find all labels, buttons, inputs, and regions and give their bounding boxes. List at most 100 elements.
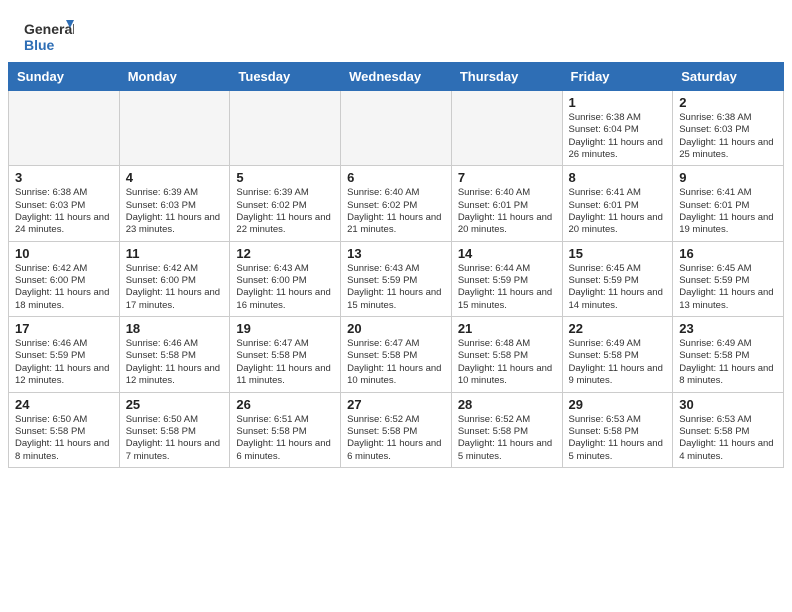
day-info: Sunrise: 6:50 AM Sunset: 5:58 PM Dayligh… xyxy=(15,414,113,463)
day-info: Sunrise: 6:42 AM Sunset: 6:00 PM Dayligh… xyxy=(15,263,113,312)
day-info: Sunrise: 6:40 AM Sunset: 6:01 PM Dayligh… xyxy=(458,187,556,236)
calendar-day-cell: 4 Sunrise: 6:39 AM Sunset: 6:03 PM Daylig… xyxy=(119,166,230,241)
day-info: Sunrise: 6:53 AM Sunset: 5:58 PM Dayligh… xyxy=(679,414,777,463)
calendar-day-cell: 10Sunrise: 6:42 AM Sunset: 6:00 PM Dayli… xyxy=(9,241,120,316)
calendar-week-row: 24Sunrise: 6:50 AM Sunset: 5:58 PM Dayli… xyxy=(9,392,784,467)
day-number: 6 xyxy=(347,170,445,185)
svg-text:General: General xyxy=(24,21,74,37)
day-info: Sunrise: 6:42 AM Sunset: 6:00 PM Dayligh… xyxy=(126,263,224,312)
calendar-day-header: Saturday xyxy=(673,63,784,91)
calendar-day-cell: 8Sunrise: 6:41 AM Sunset: 6:01 PM Daylig… xyxy=(562,166,673,241)
day-info: Sunrise: 6:41 AM Sunset: 6:01 PM Dayligh… xyxy=(679,187,777,236)
calendar-day-header: Friday xyxy=(562,63,673,91)
day-number: 19 xyxy=(236,321,334,336)
day-info: Sunrise: 6:50 AM Sunset: 5:58 PM Dayligh… xyxy=(126,414,224,463)
calendar-body: 1 Sunrise: 6:38 AM Sunset: 6:04 PM Daylig… xyxy=(9,91,784,468)
day-info: Sunrise: 6:51 AM Sunset: 5:58 PM Dayligh… xyxy=(236,414,334,463)
calendar-day-header: Tuesday xyxy=(230,63,341,91)
day-info: Sunrise: 6:47 AM Sunset: 5:58 PM Dayligh… xyxy=(347,338,445,387)
day-info: Sunrise: 6:43 AM Sunset: 6:00 PM Dayligh… xyxy=(236,263,334,312)
day-info: Sunrise: 6:39 AM Sunset: 6:02 PM Dayligh… xyxy=(236,187,334,236)
day-info: Sunrise: 6:40 AM Sunset: 6:02 PM Dayligh… xyxy=(347,187,445,236)
day-number: 7 xyxy=(458,170,556,185)
calendar-week-row: 3 Sunrise: 6:38 AM Sunset: 6:03 PM Daylig… xyxy=(9,166,784,241)
day-info: Sunrise: 6:49 AM Sunset: 5:58 PM Dayligh… xyxy=(679,338,777,387)
day-number: 28 xyxy=(458,397,556,412)
day-number: 2 xyxy=(679,95,777,110)
calendar-day-cell: 25 Sunrise: 6:50 AM Sunset: 5:58 PM Dayli… xyxy=(119,392,230,467)
calendar-day-cell: 14 Sunrise: 6:44 AM Sunset: 5:59 PM Dayli… xyxy=(451,241,562,316)
header: GeneralBlue xyxy=(0,0,792,62)
calendar-week-row: 10Sunrise: 6:42 AM Sunset: 6:00 PM Dayli… xyxy=(9,241,784,316)
calendar-header-row: SundayMondayTuesdayWednesdayThursdayFrid… xyxy=(9,63,784,91)
calendar-day-header: Thursday xyxy=(451,63,562,91)
day-number: 27 xyxy=(347,397,445,412)
day-number: 20 xyxy=(347,321,445,336)
calendar-day-cell xyxy=(9,91,120,166)
calendar-day-cell: 29Sunrise: 6:53 AM Sunset: 5:58 PM Dayli… xyxy=(562,392,673,467)
calendar-day-cell: 1 Sunrise: 6:38 AM Sunset: 6:04 PM Daylig… xyxy=(562,91,673,166)
calendar-day-cell: 7 Sunrise: 6:40 AM Sunset: 6:01 PM Daylig… xyxy=(451,166,562,241)
day-info: Sunrise: 6:39 AM Sunset: 6:03 PM Dayligh… xyxy=(126,187,224,236)
day-number: 16 xyxy=(679,246,777,261)
day-info: Sunrise: 6:45 AM Sunset: 5:59 PM Dayligh… xyxy=(569,263,667,312)
calendar-day-cell xyxy=(119,91,230,166)
calendar-day-cell: 27 Sunrise: 6:52 AM Sunset: 5:58 PM Dayli… xyxy=(341,392,452,467)
calendar-day-cell: 23 Sunrise: 6:49 AM Sunset: 5:58 PM Dayli… xyxy=(673,317,784,392)
day-info: Sunrise: 6:44 AM Sunset: 5:59 PM Dayligh… xyxy=(458,263,556,312)
day-info: Sunrise: 6:48 AM Sunset: 5:58 PM Dayligh… xyxy=(458,338,556,387)
calendar-day-cell: 21 Sunrise: 6:48 AM Sunset: 5:58 PM Dayli… xyxy=(451,317,562,392)
calendar-day-cell: 24Sunrise: 6:50 AM Sunset: 5:58 PM Dayli… xyxy=(9,392,120,467)
day-number: 3 xyxy=(15,170,113,185)
day-number: 23 xyxy=(679,321,777,336)
calendar-day-header: Sunday xyxy=(9,63,120,91)
calendar-day-cell: 17 Sunrise: 6:46 AM Sunset: 5:59 PM Dayli… xyxy=(9,317,120,392)
day-info: Sunrise: 6:38 AM Sunset: 6:03 PM Dayligh… xyxy=(15,187,113,236)
day-info: Sunrise: 6:43 AM Sunset: 5:59 PM Dayligh… xyxy=(347,263,445,312)
calendar-day-cell xyxy=(230,91,341,166)
calendar-day-cell: 19 Sunrise: 6:47 AM Sunset: 5:58 PM Dayli… xyxy=(230,317,341,392)
day-number: 11 xyxy=(126,246,224,261)
day-number: 17 xyxy=(15,321,113,336)
day-number: 14 xyxy=(458,246,556,261)
calendar-day-cell: 9 Sunrise: 6:41 AM Sunset: 6:01 PM Daylig… xyxy=(673,166,784,241)
day-number: 9 xyxy=(679,170,777,185)
calendar-day-cell: 15 Sunrise: 6:45 AM Sunset: 5:59 PM Dayli… xyxy=(562,241,673,316)
day-number: 21 xyxy=(458,321,556,336)
calendar-day-cell xyxy=(451,91,562,166)
calendar-day-cell: 5Sunrise: 6:39 AM Sunset: 6:02 PM Daylig… xyxy=(230,166,341,241)
day-number: 25 xyxy=(126,397,224,412)
calendar-day-header: Wednesday xyxy=(341,63,452,91)
calendar-day-cell xyxy=(341,91,452,166)
day-info: Sunrise: 6:47 AM Sunset: 5:58 PM Dayligh… xyxy=(236,338,334,387)
day-number: 18 xyxy=(126,321,224,336)
day-info: Sunrise: 6:46 AM Sunset: 5:59 PM Dayligh… xyxy=(15,338,113,387)
day-number: 12 xyxy=(236,246,334,261)
day-number: 26 xyxy=(236,397,334,412)
svg-text:Blue: Blue xyxy=(24,37,55,53)
calendar-week-row: 1 Sunrise: 6:38 AM Sunset: 6:04 PM Daylig… xyxy=(9,91,784,166)
day-number: 4 xyxy=(126,170,224,185)
calendar-day-cell: 26 Sunrise: 6:51 AM Sunset: 5:58 PM Dayli… xyxy=(230,392,341,467)
day-info: Sunrise: 6:38 AM Sunset: 6:03 PM Dayligh… xyxy=(679,112,777,161)
day-number: 1 xyxy=(569,95,667,110)
day-info: Sunrise: 6:52 AM Sunset: 5:58 PM Dayligh… xyxy=(347,414,445,463)
calendar-day-cell: 16 Sunrise: 6:45 AM Sunset: 5:59 PM Dayli… xyxy=(673,241,784,316)
day-info: Sunrise: 6:52 AM Sunset: 5:58 PM Dayligh… xyxy=(458,414,556,463)
day-number: 15 xyxy=(569,246,667,261)
calendar-day-cell: 30 Sunrise: 6:53 AM Sunset: 5:58 PM Dayli… xyxy=(673,392,784,467)
calendar-day-cell: 12 Sunrise: 6:43 AM Sunset: 6:00 PM Dayli… xyxy=(230,241,341,316)
day-info: Sunrise: 6:53 AM Sunset: 5:58 PM Dayligh… xyxy=(569,414,667,463)
day-number: 30 xyxy=(679,397,777,412)
day-info: Sunrise: 6:38 AM Sunset: 6:04 PM Dayligh… xyxy=(569,112,667,161)
calendar-day-cell: 11 Sunrise: 6:42 AM Sunset: 6:00 PM Dayli… xyxy=(119,241,230,316)
day-number: 22 xyxy=(569,321,667,336)
day-info: Sunrise: 6:49 AM Sunset: 5:58 PM Dayligh… xyxy=(569,338,667,387)
day-info: Sunrise: 6:45 AM Sunset: 5:59 PM Dayligh… xyxy=(679,263,777,312)
calendar-day-cell: 20 Sunrise: 6:47 AM Sunset: 5:58 PM Dayli… xyxy=(341,317,452,392)
calendar-day-cell: 6 Sunrise: 6:40 AM Sunset: 6:02 PM Daylig… xyxy=(341,166,452,241)
calendar-day-cell: 22 Sunrise: 6:49 AM Sunset: 5:58 PM Dayli… xyxy=(562,317,673,392)
day-number: 8 xyxy=(569,170,667,185)
calendar-day-cell: 3 Sunrise: 6:38 AM Sunset: 6:03 PM Daylig… xyxy=(9,166,120,241)
calendar-day-header: Monday xyxy=(119,63,230,91)
